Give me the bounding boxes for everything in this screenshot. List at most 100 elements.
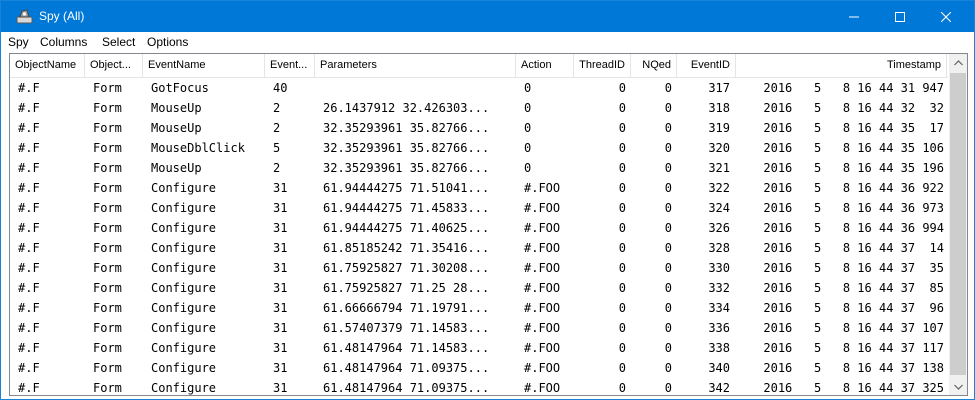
event-list[interactable]: ObjectName Object... EventName Event... … [9, 53, 968, 396]
cell-eventname: MouseUp [151, 101, 202, 115]
cell-action: #.FOO [524, 301, 561, 315]
vertical-scrollbar[interactable] [949, 54, 967, 395]
cell-threadid: 0 [618, 141, 626, 155]
table-row[interactable]: #.F Form Configure 31 61.48147964 71.09375..… [10, 378, 948, 395]
cell-nqed: 0 [664, 181, 672, 195]
maximize-button[interactable] [877, 1, 923, 32]
cell-nqed: 0 [664, 101, 672, 115]
cell-threadid: 0 [618, 381, 626, 395]
table-row[interactable]: #.F Form GotFocus 40 0 0 0 317 2016 5 8 16 44 31… [10, 78, 948, 98]
cell-threadid: 0 [618, 121, 626, 135]
cell-timestamp: 2016 5 8 16 44 36 973 [763, 201, 944, 215]
table-row[interactable]: #.F Form Configure 31 61.94444275 71.40625..… [10, 218, 948, 238]
cell-eventnumber: 2 [273, 161, 281, 175]
spy-app-icon [16, 9, 33, 24]
cell-timestamp: 2016 5 8 16 44 31 947 [763, 81, 944, 95]
cell-threadid: 0 [618, 161, 626, 175]
cell-eventid: 338 [708, 341, 730, 355]
col-header-threadid[interactable]: ThreadID [574, 54, 631, 78]
cell-eventnumber: 31 [273, 301, 288, 315]
cell-eventid: 317 [708, 81, 730, 95]
col-header-parameters[interactable]: Parameters [315, 54, 516, 78]
table-row[interactable]: #.F Form Configure 31 61.94444275 71.45833..… [10, 198, 948, 218]
cell-objectname: #.F [18, 341, 40, 355]
col-header-eventname[interactable]: EventName [143, 54, 265, 78]
close-button[interactable] [923, 1, 969, 32]
cell-eventname: Configure [151, 341, 217, 355]
cell-eventid: 330 [708, 261, 730, 275]
menu-select[interactable]: Select [102, 35, 135, 49]
cell-action: #.FOO [524, 221, 561, 235]
cell-eventname: Configure [151, 241, 217, 255]
cell-parameters: 61.94444275 71.51041... [323, 181, 490, 195]
cell-threadid: 0 [618, 181, 626, 195]
cell-timestamp: 2016 5 8 16 44 37 35 [763, 261, 944, 275]
cell-eventid: 322 [708, 181, 730, 195]
cell-eventname: Configure [151, 181, 217, 195]
table-row[interactable]: #.F Form MouseUp 2 32.35293961 35.82766... 0 0… [10, 118, 948, 138]
cell-action: #.FOO [524, 341, 561, 355]
col-header-action[interactable]: Action [516, 54, 574, 78]
cell-eventnumber: 31 [273, 381, 288, 395]
cell-timestamp: 2016 5 8 16 44 37 107 [763, 321, 944, 335]
minimize-button[interactable] [831, 1, 877, 32]
cell-objecttype: Form [93, 261, 122, 275]
cell-objectname: #.F [18, 301, 40, 315]
table-row[interactable]: #.F Form MouseUp 2 32.35293961 35.82766... 0 0… [10, 158, 948, 178]
col-header-objectname[interactable]: ObjectName [10, 54, 85, 78]
table-row[interactable]: #.F Form Configure 31 61.48147964 71.14583..… [10, 338, 948, 358]
cell-objectname: #.F [18, 141, 40, 155]
cell-objectname: #.F [18, 261, 40, 275]
cell-parameters: 32.35293961 35.82766... [323, 141, 490, 155]
cell-eventid: 336 [708, 321, 730, 335]
cell-objecttype: Form [93, 161, 122, 175]
cell-threadid: 0 [618, 361, 626, 375]
title-bar[interactable]: Spy (All) [1, 1, 974, 32]
col-header-timestamp[interactable]: Timestamp [736, 54, 947, 78]
table-row[interactable]: #.F Form Configure 31 61.75925827 71.30208..… [10, 258, 948, 278]
table-row[interactable]: #.F Form Configure 31 61.75925827 71.25 28..… [10, 278, 948, 298]
cell-action: 0 [524, 81, 532, 95]
cell-nqed: 0 [664, 281, 672, 295]
cell-objecttype: Form [93, 321, 122, 335]
menu-spy[interactable]: Spy [8, 35, 29, 49]
cell-threadid: 0 [618, 241, 626, 255]
scroll-up-button[interactable] [949, 54, 967, 71]
cell-nqed: 0 [664, 81, 672, 95]
cell-action: 0 [524, 121, 532, 135]
cell-parameters: 61.94444275 71.40625... [323, 221, 490, 235]
cell-objecttype: Form [93, 241, 122, 255]
table-row[interactable]: #.F Form Configure 31 61.57407379 71.14583..… [10, 318, 948, 338]
cell-parameters: 61.75925827 71.25 28... [323, 281, 490, 295]
cell-timestamp: 2016 5 8 16 44 35 196 [763, 161, 944, 175]
cell-nqed: 0 [664, 301, 672, 315]
cell-nqed: 0 [664, 361, 672, 375]
scrollbar-thumb[interactable] [950, 73, 966, 375]
cell-objectname: #.F [18, 361, 40, 375]
table-row[interactable]: #.F Form Configure 31 61.66666794 71.19791..… [10, 298, 948, 318]
cell-action: #.FOO [524, 381, 561, 395]
table-row[interactable]: #.F Form MouseDblClick 5 32.35293961 35.8276… [10, 138, 948, 158]
cell-parameters: 61.57407379 71.14583... [323, 321, 490, 335]
col-header-eventid[interactable]: EventID [677, 54, 736, 78]
cell-parameters: 61.75925827 71.30208... [323, 261, 490, 275]
table-row[interactable]: #.F Form Configure 31 61.94444275 71.51041..… [10, 178, 948, 198]
cell-parameters: 61.85185242 71.35416... [323, 241, 490, 255]
scroll-down-button[interactable] [949, 378, 967, 395]
table-row[interactable]: #.F Form Configure 31 61.85185242 71.35416..… [10, 238, 948, 258]
cell-objectname: #.F [18, 201, 40, 215]
table-row[interactable]: #.F Form MouseUp 2 26.1437912 32.426303... 0 0… [10, 98, 948, 118]
cell-eventname: MouseUp [151, 121, 202, 135]
col-header-objecttype[interactable]: Object... [85, 54, 143, 78]
spy-window: Spy (All) Spy Columns Select Options Obj… [0, 0, 975, 400]
cell-objectname: #.F [18, 101, 40, 115]
cell-eventname: Configure [151, 301, 217, 315]
table-row[interactable]: #.F Form Configure 31 61.48147964 71.09375..… [10, 358, 948, 378]
cell-eventnumber: 31 [273, 221, 288, 235]
menu-options[interactable]: Options [147, 35, 188, 49]
menu-columns[interactable]: Columns [40, 35, 87, 49]
col-header-nqed[interactable]: NQed [631, 54, 677, 78]
col-header-eventnumber[interactable]: Event... [265, 54, 315, 78]
cell-nqed: 0 [664, 341, 672, 355]
close-icon [941, 11, 951, 22]
